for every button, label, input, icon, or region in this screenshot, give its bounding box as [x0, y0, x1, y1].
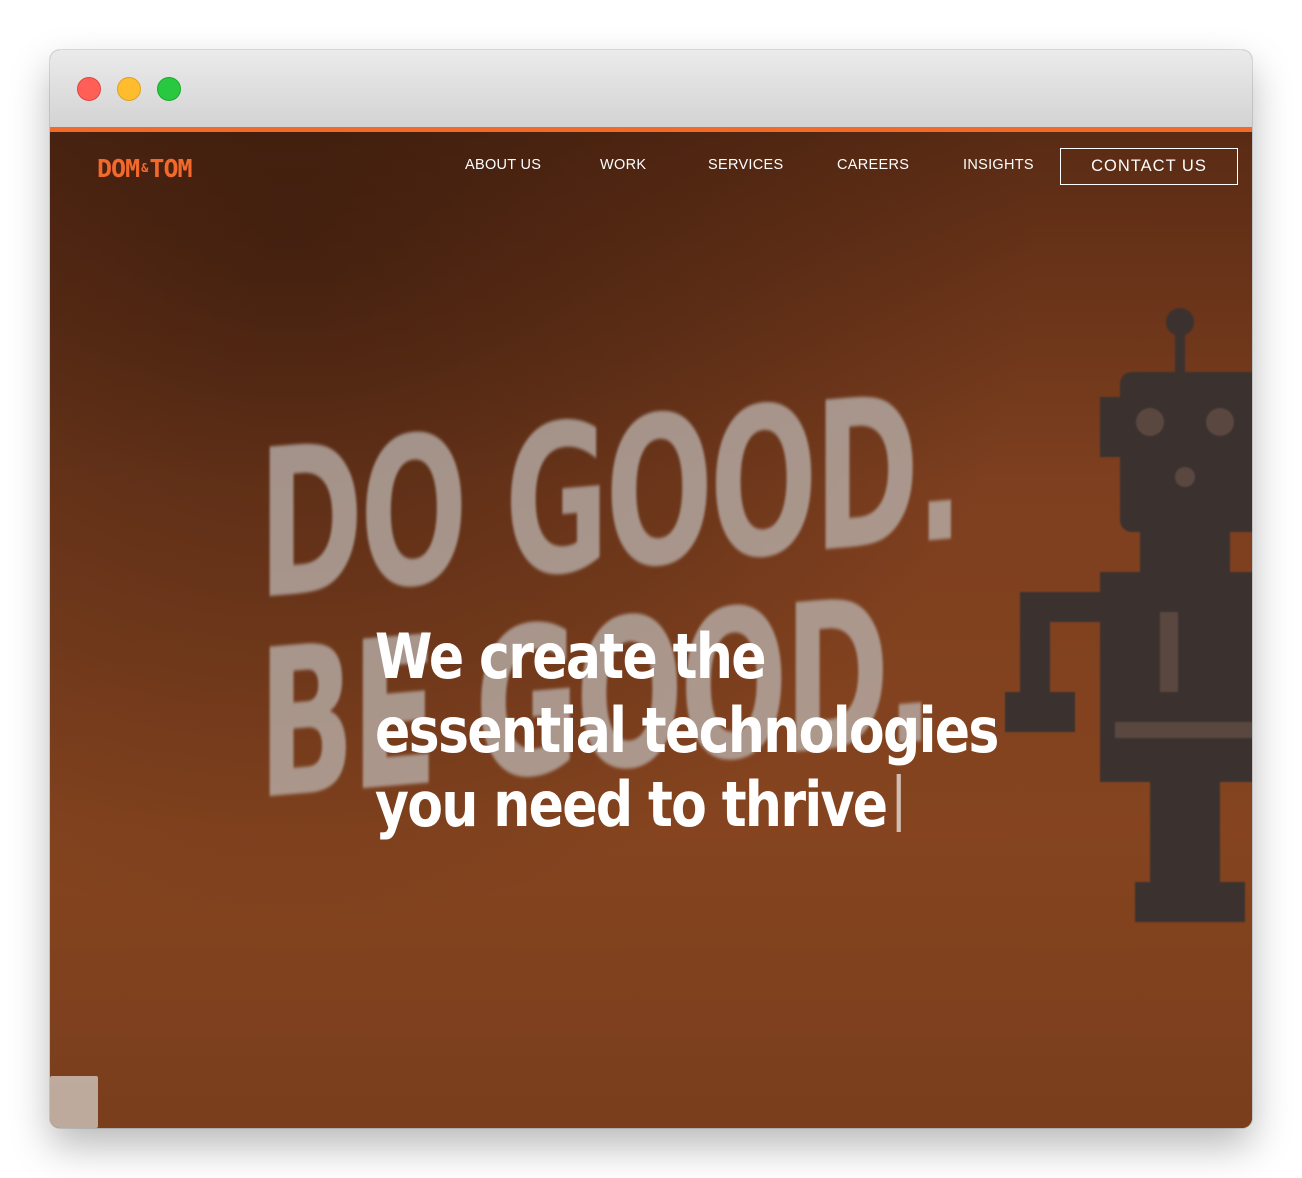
hero-headline: We create the essential technologies you…	[375, 620, 999, 842]
site-navbar: DOM &TOM ABOUT US WORK SERVICES CAREERS I…	[50, 132, 1252, 204]
nav-services[interactable]: SERVICES	[708, 157, 783, 173]
contact-us-button[interactable]: CONTACT US	[1060, 148, 1238, 185]
window-titlebar	[50, 50, 1252, 128]
headline-line-1: We create the	[375, 620, 767, 693]
headline-line-3-text: you need to thrive	[375, 768, 888, 841]
robot-icon	[1005, 308, 1252, 922]
nav-careers[interactable]: CAREERS	[837, 157, 909, 173]
headline-line-2: essential technologies	[375, 694, 999, 767]
hero-section: DO GOOD. BE GOOD. We create the essentia…	[50, 132, 1252, 1128]
nav-insights[interactable]: INSIGHTS	[963, 157, 1034, 173]
browser-window: DO GOOD. BE GOOD. We create the essentia…	[50, 50, 1252, 1128]
close-icon[interactable]	[77, 77, 101, 101]
dom-tom-logo[interactable]: DOM &TOM	[97, 154, 193, 183]
maximize-icon[interactable]	[157, 77, 181, 101]
headline-line-3: you need to thrive	[375, 768, 901, 842]
logo-amp: &	[141, 161, 148, 175]
nav-work[interactable]: WORK	[600, 157, 646, 173]
typing-cursor	[896, 774, 901, 832]
logo-right: TOM	[149, 154, 192, 183]
nav-about-us[interactable]: ABOUT US	[465, 157, 541, 173]
logo-left: DOM	[97, 154, 140, 183]
light-switch-plate	[50, 1076, 98, 1128]
minimize-icon[interactable]	[117, 77, 141, 101]
